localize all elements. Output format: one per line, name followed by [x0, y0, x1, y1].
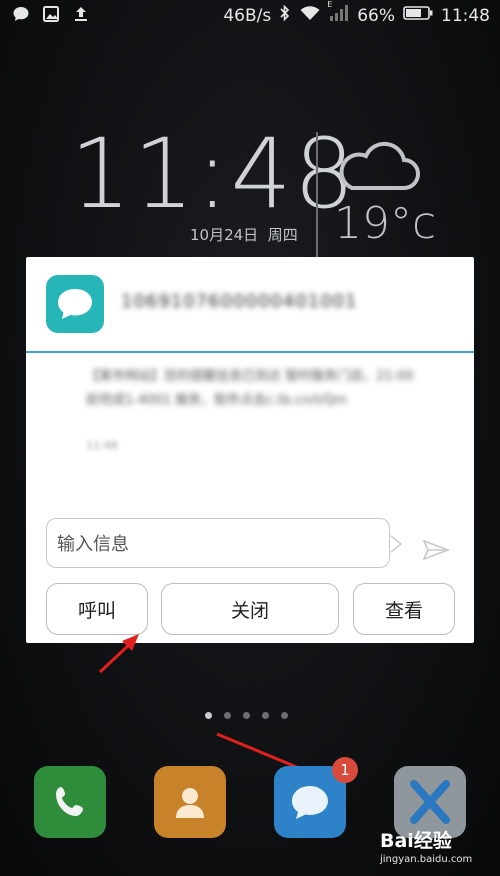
- dock-contacts-app[interactable]: [154, 766, 226, 838]
- watermark-brand: Bai经验: [380, 830, 452, 852]
- watermark-url: jingyan.baidu.com: [380, 854, 473, 865]
- page-dot[interactable]: [243, 712, 250, 719]
- arrow-to-call: [98, 634, 139, 674]
- page-dot[interactable]: [224, 712, 231, 719]
- baidu-watermark: Bai经验 jingyan.baidu.com: [380, 826, 472, 865]
- lock-screen: 46B/s E 66% 11:48 11:48 10月24日 周四 19°c 1…: [0, 0, 500, 876]
- x-icon: [410, 780, 450, 824]
- page-dot[interactable]: [205, 712, 212, 719]
- red-arrows: [98, 634, 332, 782]
- page-dot[interactable]: [281, 712, 288, 719]
- unread-badge: 1: [332, 757, 358, 783]
- dock-phone-app[interactable]: [34, 766, 106, 838]
- contact-icon: [176, 788, 204, 818]
- page-dot[interactable]: [262, 712, 269, 719]
- page-indicator: [205, 712, 288, 719]
- message-bubble-icon: [292, 786, 328, 819]
- phone-icon: [56, 787, 83, 816]
